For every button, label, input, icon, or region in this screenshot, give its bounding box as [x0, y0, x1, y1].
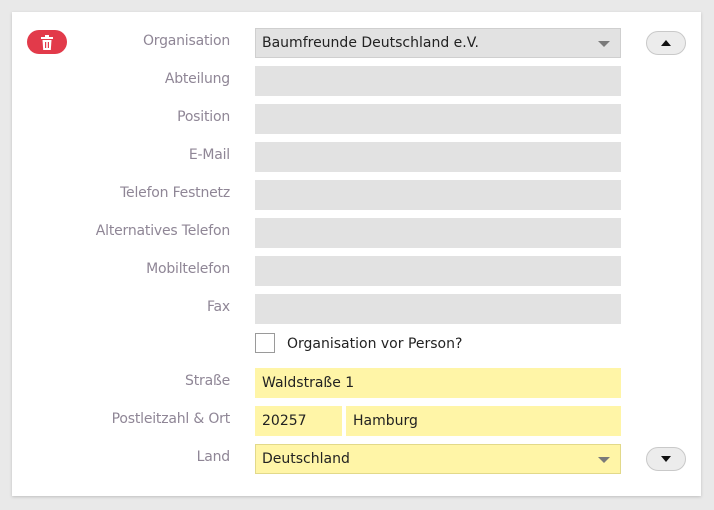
organisation-vor-person-label: Organisation vor Person?	[287, 336, 463, 352]
position-label: Position	[177, 109, 230, 125]
telefon-festnetz-label: Telefon Festnetz	[120, 185, 230, 201]
caret-up-icon	[661, 40, 671, 46]
organisation-value: Baumfreunde Deutschland e.V.	[262, 35, 479, 51]
delete-button[interactable]	[27, 30, 67, 54]
abteilung-label: Abteilung	[164, 71, 230, 87]
strasse-label: Straße	[185, 373, 230, 389]
position-input[interactable]	[255, 104, 621, 134]
move-down-button[interactable]	[646, 447, 686, 471]
land-value: Deutschland	[262, 451, 350, 467]
alternatives-telefon-label: Alternatives Telefon	[95, 223, 230, 239]
trash-icon	[41, 34, 53, 50]
chevron-down-icon	[598, 457, 610, 463]
alternatives-telefon-input[interactable]	[255, 218, 621, 248]
fax-label: Fax	[206, 299, 230, 315]
ort-input[interactable]: Hamburg	[346, 406, 621, 436]
move-up-button[interactable]	[646, 31, 686, 55]
postleitzahl-input[interactable]: 20257	[255, 406, 342, 436]
land-label: Land	[196, 449, 231, 465]
chevron-down-icon	[598, 41, 610, 47]
abteilung-input[interactable]	[255, 66, 621, 96]
organisation-select[interactable]: Baumfreunde Deutschland e.V.	[255, 28, 621, 58]
mobiltelefon-label: Mobiltelefon	[146, 261, 230, 277]
fax-input[interactable]	[255, 294, 621, 324]
caret-down-icon	[661, 456, 671, 462]
telefon-festnetz-input[interactable]	[255, 180, 621, 210]
email-input[interactable]	[255, 142, 621, 172]
organisation-vor-person-checkbox[interactable]	[255, 333, 275, 353]
mobiltelefon-input[interactable]	[255, 256, 621, 286]
email-label: E-Mail	[188, 147, 230, 163]
plz-ort-label: Postleitzahl & Ort	[111, 411, 231, 427]
strasse-input[interactable]: Waldstraße 1	[255, 368, 621, 398]
land-select[interactable]: Deutschland	[255, 444, 621, 474]
organisation-label: Organisation	[142, 33, 230, 49]
